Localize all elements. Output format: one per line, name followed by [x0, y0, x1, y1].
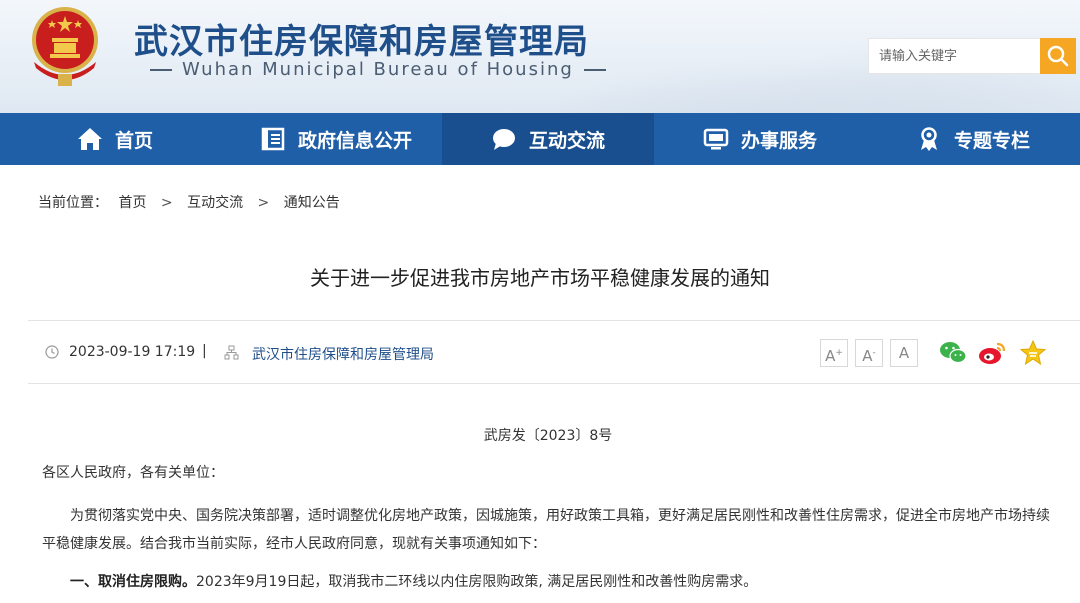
search-icon [1047, 45, 1069, 67]
article-source[interactable]: 武汉市住房保障和房屋管理局 [252, 344, 434, 364]
subtitle-dash-right [583, 69, 606, 71]
breadcrumb-separator: > [257, 195, 270, 211]
breadcrumb-separator: > [160, 195, 173, 211]
font-size-increase-button[interactable]: A+ [820, 339, 848, 367]
font-button-label: A [898, 344, 910, 362]
nav-label: 办事服务 [740, 129, 817, 152]
main-nav: 首页 政府信息公开 互动交流 办事服务 专题专栏 [0, 113, 1080, 165]
nav-item-gov-info[interactable]: 政府信息公开 [230, 113, 442, 165]
site-subtitle-text: Wuhan Municipal Bureau of Housing [182, 59, 574, 80]
nav-item-special-topics[interactable]: 专题专栏 [866, 113, 1080, 165]
breadcrumb-prefix: 当前位置： [38, 195, 108, 211]
nav-label: 首页 [114, 129, 153, 152]
document-icon [261, 127, 285, 151]
weibo-icon[interactable] [977, 339, 1007, 367]
font-button-label: A [825, 347, 836, 365]
article-meta-bar: 2023-09-19 17:19 | 武汉市住房保障和房屋管理局 A+ A- A [28, 320, 1080, 384]
site-header: 武汉市住房保障和房屋管理局 Wuhan Municipal Bureau of … [0, 0, 1080, 113]
salutation: 各区人民政府，各有关单位： [42, 465, 224, 481]
document-number: 武房发〔2023〕8号 [483, 428, 613, 444]
item-one-paragraph: 一、取消住房限购。2023年9月19日起，取消我市二环线以内住房限购政策, 满足… [70, 568, 757, 596]
breadcrumb: 当前位置： 首页 > 互动交流 > 通知公告 [38, 192, 340, 212]
intro-paragraph: 为贯彻落实党中央、国务院决策部署，适时调整优化房地产政策，因城施策，用好政策工具… [42, 508, 1050, 552]
clock-icon [45, 345, 59, 359]
nav-item-home[interactable]: 首页 [0, 113, 230, 165]
organization-icon [224, 345, 239, 360]
search-box [868, 38, 1076, 74]
award-icon [920, 127, 937, 151]
search-button[interactable] [1040, 38, 1076, 74]
breadcrumb-link-home[interactable]: 首页 [118, 195, 146, 211]
nav-label: 政府信息公开 [297, 129, 412, 152]
publish-date: 2023-09-19 17:19 [69, 344, 196, 360]
subtitle-dash-left [150, 69, 172, 71]
article-title: 关于进一步促进我市房地产市场平稳健康发展的通知 [310, 266, 770, 290]
wechat-icon[interactable] [938, 339, 968, 367]
site-subtitle: Wuhan Municipal Bureau of Housing [140, 59, 616, 80]
national-emblem-icon [32, 7, 98, 86]
font-button-sup: + [835, 348, 843, 358]
font-size-reset-button[interactable]: A [890, 339, 918, 367]
meta-divider: | [202, 343, 207, 359]
breadcrumb-link-interaction[interactable]: 互动交流 [187, 195, 243, 211]
font-button-label: A [862, 347, 873, 365]
breadcrumb-link-notices[interactable]: 通知公告 [284, 195, 340, 211]
favorite-star-icon[interactable] [1018, 339, 1048, 367]
monitor-icon [703, 128, 729, 150]
nav-label: 互动交流 [528, 129, 605, 152]
font-size-decrease-button[interactable]: A- [855, 339, 883, 367]
nav-item-services[interactable]: 办事服务 [654, 113, 866, 165]
search-input[interactable] [869, 39, 1041, 73]
site-title: 武汉市住房保障和房屋管理局 [134, 22, 589, 62]
chat-bubble-icon [492, 129, 515, 150]
item-one-text: 2023年9月19日起，取消我市二环线以内住房限购政策, 满足居民刚性和改善性购… [196, 574, 758, 590]
item-one-heading: 一、取消住房限购。 [70, 574, 196, 590]
font-button-sup: - [872, 348, 876, 358]
nav-item-interaction[interactable]: 互动交流 [442, 113, 654, 165]
home-icon [77, 128, 102, 150]
nav-label: 专题专栏 [953, 129, 1030, 152]
